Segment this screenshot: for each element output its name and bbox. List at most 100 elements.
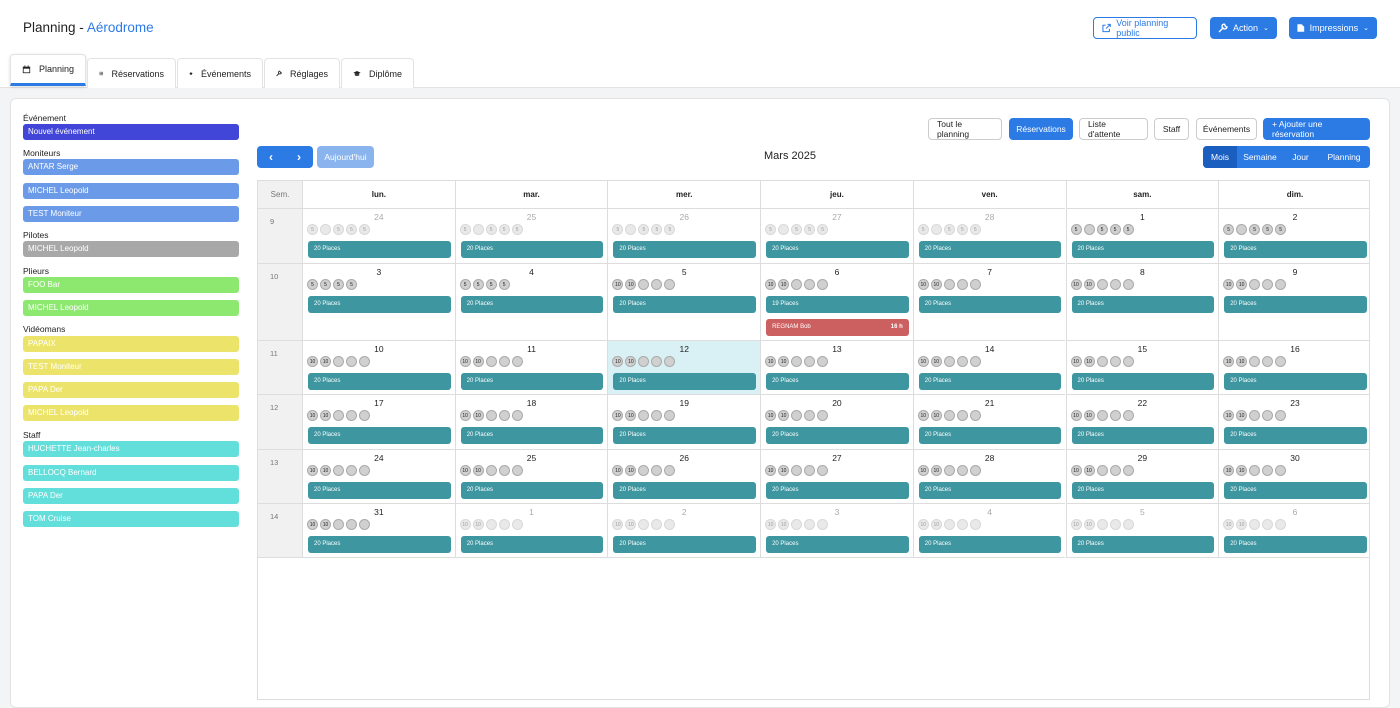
reservation-bar[interactable]: 20 Places	[766, 373, 909, 390]
day-number[interactable]: 5	[608, 267, 760, 277]
avatar[interactable]	[320, 224, 331, 235]
filter-reservations-button[interactable]: Réservations	[1009, 118, 1073, 140]
day-number[interactable]: 12	[608, 344, 760, 354]
avatar[interactable]: 5	[307, 279, 318, 290]
avatar[interactable]: 10	[472, 356, 484, 367]
avatar[interactable]: 10	[1070, 279, 1082, 290]
avatar[interactable]	[346, 465, 357, 476]
view-planning-button[interactable]: Planning	[1318, 146, 1370, 168]
avatar[interactable]: 10	[472, 410, 484, 421]
avatar[interactable]: 10	[625, 356, 637, 367]
calendar-day-cell[interactable]: 27 5 5 5 5 20 Places	[760, 209, 913, 264]
avatar[interactable]	[956, 465, 968, 476]
avatar[interactable]	[943, 465, 955, 476]
avatar[interactable]: 10	[1223, 356, 1235, 367]
avatar[interactable]: 10	[1083, 519, 1095, 530]
avatar[interactable]	[485, 465, 497, 476]
avatar[interactable]: 5	[359, 224, 370, 235]
day-number[interactable]: 14	[914, 344, 1066, 354]
avatar[interactable]: 10	[625, 519, 637, 530]
sidebar-item-plieur[interactable]: MICHEL Leopold	[23, 300, 239, 316]
reservation-bar[interactable]: 20 Places	[613, 373, 757, 390]
avatar[interactable]	[664, 279, 676, 290]
filter-all-button[interactable]: Tout le planning	[928, 118, 1002, 140]
avatar[interactable]: 10	[320, 410, 331, 421]
avatar[interactable]: 5	[791, 224, 803, 235]
reservation-bar[interactable]: 20 Places	[613, 296, 757, 313]
day-number[interactable]: 2	[1219, 212, 1369, 222]
reservation-bar[interactable]: 20 Places	[766, 536, 909, 553]
print-button[interactable]: Impressions ⌄	[1289, 17, 1377, 39]
avatar[interactable]	[333, 519, 344, 530]
view-month-button[interactable]: Mois	[1203, 146, 1237, 168]
day-number[interactable]: 31	[303, 507, 455, 517]
avatar[interactable]: 10	[612, 465, 624, 476]
filter-events-button[interactable]: Événements	[1196, 118, 1257, 140]
avatar[interactable]: 5	[956, 224, 968, 235]
reservation-bar[interactable]: 20 Places	[766, 241, 909, 258]
reservation-bar[interactable]: 20 Places	[308, 296, 451, 313]
avatar[interactable]	[664, 519, 676, 530]
sidebar-item-videoman[interactable]: MICHEL Leopold	[23, 405, 239, 421]
avatar[interactable]: 10	[320, 356, 331, 367]
avatar[interactable]: 5	[346, 279, 357, 290]
avatar[interactable]	[511, 410, 523, 421]
avatar[interactable]: 5	[1223, 224, 1235, 235]
avatar[interactable]	[1262, 519, 1274, 530]
avatar[interactable]	[1109, 465, 1121, 476]
day-number[interactable]: 25	[456, 212, 608, 222]
avatar[interactable]	[817, 519, 829, 530]
calendar-day-cell[interactable]: 14 10 10 20 Places	[912, 341, 1066, 395]
avatar[interactable]	[804, 279, 816, 290]
avatar[interactable]: 5	[320, 279, 331, 290]
reservation-bar[interactable]: 20 Places	[1071, 373, 1215, 390]
filter-staff-button[interactable]: Staff	[1154, 118, 1189, 140]
avatar[interactable]: 5	[917, 224, 929, 235]
day-number[interactable]: 4	[456, 267, 608, 277]
avatar[interactable]: 10	[320, 465, 331, 476]
reservation-bar[interactable]: 20 Places	[613, 241, 757, 258]
avatar[interactable]: 10	[778, 410, 790, 421]
avatar[interactable]	[333, 465, 344, 476]
avatar[interactable]	[1275, 279, 1287, 290]
calendar-day-cell[interactable]: 11 10 10 20 Places	[454, 341, 608, 395]
avatar[interactable]	[817, 279, 829, 290]
avatar[interactable]: 10	[625, 410, 637, 421]
calendar-day-cell[interactable]: 17 10 10 20 Places	[302, 395, 455, 450]
calendar-day-cell[interactable]: 5 10 10 20 Places	[607, 264, 761, 341]
avatar[interactable]	[498, 465, 510, 476]
avatar[interactable]: 5	[1262, 224, 1274, 235]
avatar[interactable]: 10	[1070, 410, 1082, 421]
avatar[interactable]: 10	[1236, 410, 1248, 421]
sidebar-item-videoman[interactable]: PAPAIX	[23, 336, 239, 352]
tab-evenements[interactable]: Événements	[177, 58, 263, 88]
avatar[interactable]	[791, 356, 803, 367]
reservation-bar[interactable]: 20 Places	[460, 241, 604, 258]
day-number[interactable]: 15	[1067, 344, 1219, 354]
sidebar-item-moniteur[interactable]: MICHEL Leopold	[23, 183, 239, 199]
calendar-day-cell[interactable]: 10 10 10 20 Places	[302, 341, 455, 395]
day-number[interactable]: 19	[608, 398, 760, 408]
avatar[interactable]	[1262, 356, 1274, 367]
calendar-day-cell[interactable]: 15 10 10 20 Places	[1065, 341, 1219, 395]
avatar[interactable]	[638, 356, 650, 367]
sidebar-item-pilote[interactable]: MICHEL Leopold	[23, 241, 239, 257]
calendar-day-cell[interactable]: 1 5 5 5 5 20 Places	[1065, 209, 1219, 264]
avatar[interactable]	[1249, 279, 1261, 290]
avatar[interactable]	[472, 224, 484, 235]
avatar[interactable]	[1122, 279, 1134, 290]
avatar[interactable]: 10	[917, 356, 929, 367]
day-number[interactable]: 21	[914, 398, 1066, 408]
avatar[interactable]: 10	[1236, 356, 1248, 367]
avatar[interactable]	[1262, 465, 1274, 476]
avatar[interactable]	[485, 519, 497, 530]
reservation-bar[interactable]: 20 Places	[613, 482, 757, 499]
calendar-day-cell[interactable]: 24 5 5 5 5 20 Places	[302, 209, 455, 264]
avatar[interactable]	[511, 356, 523, 367]
avatar[interactable]: 10	[1070, 519, 1082, 530]
avatar[interactable]: 10	[472, 465, 484, 476]
calendar-day-cell[interactable]: 30 10 10 20 Places	[1218, 450, 1369, 504]
day-number[interactable]: 28	[914, 212, 1066, 222]
calendar-day-cell[interactable]: 20 10 10 20 Places	[760, 395, 913, 450]
avatar[interactable]	[1109, 519, 1121, 530]
